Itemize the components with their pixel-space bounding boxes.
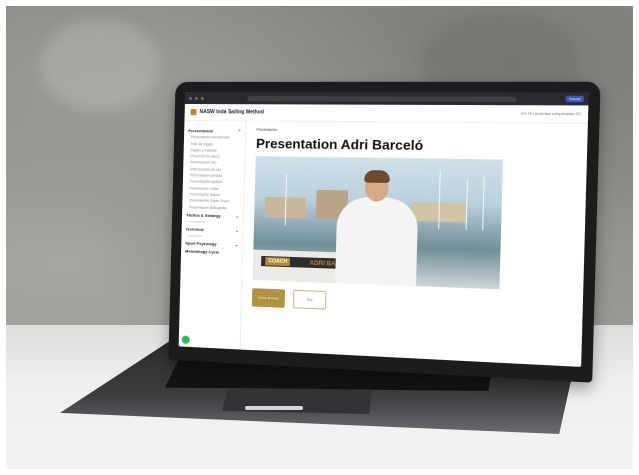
coach-label: COACH: [265, 257, 291, 267]
lesson-item[interactable]: Foto de regata: [191, 142, 241, 147]
sidebar-section-tactica[interactable]: Táctica & Strategy ⌄: [186, 212, 239, 218]
lesson-item[interactable]: Presentación equipos: [190, 180, 240, 185]
window-maximize-icon[interactable]: [200, 96, 204, 100]
address-bar[interactable]: [247, 95, 518, 102]
chat-bubble-icon[interactable]: [181, 335, 190, 344]
browser-action-button[interactable]: Tutorial: [565, 95, 585, 103]
page-title: Presentation Adri Barceló: [255, 135, 424, 154]
progress-text: 0% 76 Lecciones completadas 0/0: [520, 111, 582, 117]
laptop-trackpad: [222, 388, 372, 414]
section-subtitle: Lecciones: [188, 233, 202, 238]
section-subtitle: 4 Lecciones: [188, 219, 205, 224]
laptop-lid: Tutorial NASW Inda Sailing Method 0% 76 …: [168, 81, 601, 383]
lesson-item[interactable]: Presentación Delta: [190, 186, 240, 191]
chevron-down-icon[interactable]: ⌄: [235, 227, 239, 232]
test-button[interactable]: Test: [292, 289, 327, 310]
section-label: Metodology Cycle: [185, 247, 220, 255]
lesson-item[interactable]: Presentación barco: [190, 154, 240, 159]
window-close-icon[interactable]: [188, 96, 193, 100]
lesson-photo: COACH ADRI BARCELÓ: [252, 156, 503, 290]
lesson-item[interactable]: Presentación Bases: [189, 192, 239, 197]
person-body: [335, 196, 419, 287]
section-label: Táctica & Strategy: [185, 211, 221, 218]
section-label: Sport Psycology: [185, 239, 217, 246]
chevron-up-icon[interactable]: ⌃: [238, 129, 242, 134]
laptop-front-edge: [245, 406, 303, 410]
wall-texture: [40, 20, 160, 110]
person-hair: [364, 170, 391, 183]
lesson-item[interactable]: Presentación jornada: [190, 173, 240, 178]
lesson-item[interactable]: Presentación Sobre Grupo: [189, 199, 239, 204]
section-label: Technical: [185, 225, 204, 232]
laptop-screen: Tutorial NASW Inda Sailing Method 0% 76 …: [178, 91, 589, 367]
sidebar-section-methodology[interactable]: Metodology Cycle: [185, 248, 238, 255]
boat-mast: [465, 179, 469, 230]
lesson-item[interactable]: Presentación foto: [190, 161, 240, 166]
sidebar-section-psychology[interactable]: Sport Psycology ⌄: [185, 240, 238, 247]
chevron-down-icon[interactable]: ⌄: [235, 241, 239, 246]
course-sidebar: Presentación ⌃ Presentación Adri Barceló…: [178, 121, 247, 351]
enter-course-button[interactable]: Entrar al curso: [251, 288, 286, 308]
section-label: Presentación: [188, 128, 214, 134]
window-minimize-icon[interactable]: [194, 96, 198, 100]
lesson-content: Presentación Presentation Adri Barceló C…: [241, 121, 588, 366]
lesson-item[interactable]: Equipo y material: [191, 148, 241, 153]
chevron-down-icon[interactable]: ⌄: [236, 213, 240, 218]
sidebar-section-presentacion[interactable]: Presentación ⌃: [188, 128, 241, 134]
boat-mast: [482, 175, 485, 231]
logo-icon: [190, 109, 197, 116]
breadcrumb[interactable]: Presentación: [256, 128, 576, 135]
lesson-item[interactable]: Instrucciones de uso: [190, 167, 240, 172]
lesson-item[interactable]: Presentación Bibliografia: [189, 205, 239, 210]
lesson-item[interactable]: Presentación Adri Barceló: [191, 135, 241, 140]
sidebar-section-technical[interactable]: Technical ⌄: [186, 226, 239, 233]
app-title: NASW Inda Sailing Method: [199, 109, 265, 116]
